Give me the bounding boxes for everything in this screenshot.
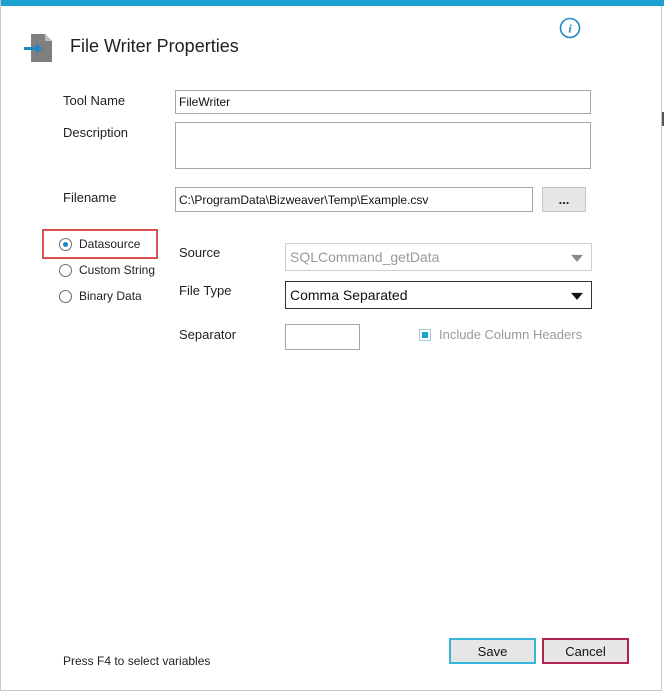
radio-custom-string[interactable]: Custom String — [59, 263, 155, 277]
description-input[interactable] — [175, 122, 591, 169]
filename-input[interactable]: C:\ProgramData\Bizweaver\Temp\Example.cs… — [175, 187, 533, 212]
info-glyph: i — [568, 22, 572, 36]
include-headers-checkbox[interactable] — [419, 328, 431, 341]
radio-button[interactable] — [59, 289, 72, 303]
file-writer-icon — [24, 34, 52, 62]
tool-name-label: Tool Name — [63, 93, 126, 108]
source-label: Source — [179, 245, 221, 260]
browse-button[interactable]: ... — [542, 187, 586, 212]
chevron-down-icon — [571, 292, 583, 300]
tool-name-input[interactable]: FileWriter — [175, 90, 591, 114]
cancel-button[interactable]: Cancel — [542, 638, 629, 664]
radio-datasource[interactable]: Datasource — [59, 237, 140, 251]
file-type-value: Comma Separated — [290, 287, 408, 303]
chevron-down-icon — [571, 254, 583, 262]
include-column-headers[interactable]: Include Column Headers — [419, 327, 582, 342]
separator-input[interactable] — [285, 324, 360, 350]
radio-binary-data[interactable]: Binary Data — [59, 289, 142, 303]
include-headers-label: Include Column Headers — [439, 327, 583, 342]
page-title: File Writer Properties — [70, 36, 239, 56]
title-accent-bar — [1, 0, 664, 6]
radio-label: Binary Data — [79, 289, 142, 303]
filename-label: Filename — [63, 190, 117, 205]
description-label: Description — [63, 125, 129, 140]
save-button[interactable]: Save — [449, 638, 536, 664]
file-writer-properties-dialog: File Writer Properties i Tool Name FileW… — [0, 0, 664, 691]
info-icon[interactable]: i — [559, 17, 581, 39]
file-type-label: File Type — [179, 283, 232, 298]
radio-button[interactable] — [59, 237, 72, 251]
source-value: SQLCommand_getData — [290, 249, 440, 265]
radio-label: Datasource — [79, 237, 141, 251]
separator-label: Separator — [179, 327, 237, 342]
source-select[interactable]: SQLCommand_getData — [285, 243, 592, 271]
radio-button[interactable] — [59, 263, 72, 277]
radio-label: Custom String — [79, 263, 156, 277]
variables-hint: Press F4 to select variables — [63, 654, 211, 668]
file-type-select[interactable]: Comma Separated — [285, 281, 592, 309]
